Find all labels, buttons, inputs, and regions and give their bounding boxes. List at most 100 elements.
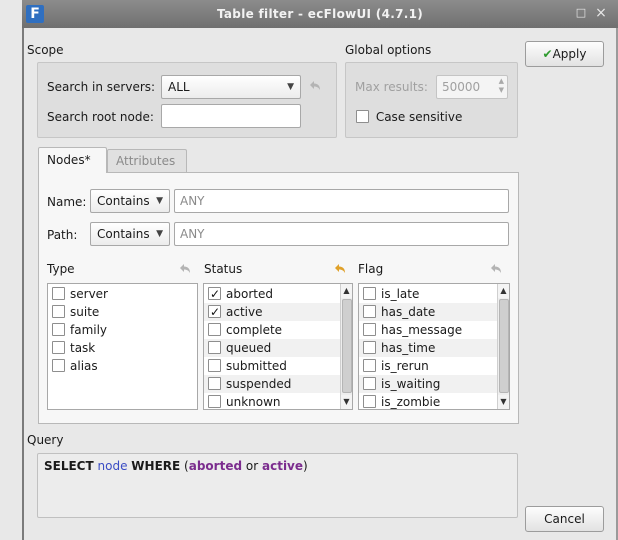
list-item-label: alias bbox=[70, 359, 98, 373]
checkbox[interactable] bbox=[208, 341, 221, 354]
undo-arrow-icon[interactable] bbox=[308, 80, 322, 92]
list-item-family[interactable]: family bbox=[48, 321, 197, 339]
list-item-label: server bbox=[70, 287, 108, 301]
list-item-unknown[interactable]: unknown bbox=[204, 393, 340, 409]
search-root-input[interactable] bbox=[161, 104, 301, 128]
name-input[interactable]: ANY bbox=[174, 189, 509, 213]
list-item-server[interactable]: server bbox=[48, 285, 197, 303]
checkbox[interactable] bbox=[363, 359, 376, 372]
scrollbar-thumb[interactable] bbox=[342, 299, 352, 393]
checkbox[interactable] bbox=[208, 303, 221, 321]
query-text[interactable]: SELECT node WHERE (aborted or active) bbox=[37, 453, 518, 518]
name-match-combo[interactable]: Contains ▼ bbox=[90, 189, 170, 213]
checkbox[interactable] bbox=[52, 305, 65, 318]
checkbox[interactable] bbox=[208, 285, 221, 303]
checkbox[interactable] bbox=[52, 323, 65, 336]
window-title: Table filter - ecFlowUI (4.7.1) bbox=[216, 7, 424, 21]
scroll-down-icon[interactable]: ▼ bbox=[341, 395, 352, 409]
chevron-down-icon: ▼ bbox=[287, 82, 294, 92]
checkbox[interactable] bbox=[52, 341, 65, 354]
flag-scrollbar[interactable]: ▲ ▼ bbox=[497, 284, 509, 409]
undo-arrow-icon[interactable] bbox=[178, 263, 192, 275]
chevron-down-icon: ▼ bbox=[156, 229, 163, 239]
apply-button[interactable]: ✔Apply bbox=[525, 41, 604, 67]
undo-arrow-icon[interactable] bbox=[333, 263, 347, 275]
tab-nodes[interactable]: Nodes* bbox=[38, 147, 107, 173]
case-sensitive-checkbox[interactable] bbox=[356, 110, 369, 123]
scrollbar-thumb[interactable] bbox=[499, 299, 509, 393]
list-item-label: family bbox=[70, 323, 108, 337]
checkbox[interactable] bbox=[52, 359, 65, 372]
case-sensitive-option[interactable]: Case sensitive bbox=[356, 110, 462, 124]
status-scrollbar[interactable]: ▲ ▼ bbox=[340, 284, 352, 409]
case-sensitive-label: Case sensitive bbox=[375, 110, 463, 124]
scroll-up-icon[interactable]: ▲ bbox=[341, 284, 352, 298]
list-item-label: suspended bbox=[226, 377, 292, 391]
list-item-aborted[interactable]: aborted bbox=[204, 285, 340, 303]
list-item-label: task bbox=[70, 341, 96, 355]
spin-arrows-icon[interactable]: ▲ ▼ bbox=[499, 77, 504, 95]
list-item-has-date[interactable]: has_date bbox=[359, 303, 497, 321]
list-item-label: complete bbox=[226, 323, 283, 337]
list-item-label: has_date bbox=[381, 305, 436, 319]
max-results-value: 50000 bbox=[442, 80, 481, 94]
list-item-active[interactable]: active bbox=[204, 303, 340, 321]
list-item-label: has_time bbox=[381, 341, 436, 355]
list-item-task[interactable]: task bbox=[48, 339, 197, 357]
list-item-is-late[interactable]: is_late bbox=[359, 285, 497, 303]
search-servers-label: Search in servers: bbox=[47, 80, 156, 94]
query-value-active: active bbox=[262, 459, 304, 473]
checkbox[interactable] bbox=[363, 287, 376, 300]
checkbox[interactable] bbox=[208, 377, 221, 390]
query-heading: Query bbox=[27, 433, 64, 447]
checkbox[interactable] bbox=[363, 323, 376, 336]
checkmark-icon: ✔ bbox=[542, 47, 553, 61]
checkbox[interactable] bbox=[208, 323, 221, 336]
list-item-complete[interactable]: complete bbox=[204, 321, 340, 339]
path-match-value: Contains bbox=[97, 227, 150, 241]
type-list[interactable]: server suite family task alias bbox=[47, 283, 198, 410]
list-item-submitted[interactable]: submitted bbox=[204, 357, 340, 375]
checkbox[interactable] bbox=[52, 287, 65, 300]
list-item-is-rerun[interactable]: is_rerun bbox=[359, 357, 497, 375]
checkbox[interactable] bbox=[363, 305, 376, 318]
list-item-queued[interactable]: queued bbox=[204, 339, 340, 357]
checkbox[interactable] bbox=[363, 377, 376, 390]
undo-arrow-icon[interactable] bbox=[489, 263, 503, 275]
scroll-down-icon[interactable]: ▼ bbox=[498, 395, 509, 409]
scroll-up-icon[interactable]: ▲ bbox=[498, 284, 509, 298]
list-item-is-waiting[interactable]: is_waiting bbox=[359, 375, 497, 393]
checkbox[interactable] bbox=[363, 395, 376, 408]
list-item-label: is_zombie bbox=[381, 395, 441, 409]
list-item-has-time[interactable]: has_time bbox=[359, 339, 497, 357]
max-results-spinbox[interactable]: 50000 ▲ ▼ bbox=[436, 75, 508, 99]
max-results-label: Max results: bbox=[355, 80, 428, 94]
list-item-suspended[interactable]: suspended bbox=[204, 375, 340, 393]
checkbox[interactable] bbox=[363, 341, 376, 354]
checkbox[interactable] bbox=[208, 359, 221, 372]
list-item-label: active bbox=[226, 305, 263, 319]
tab-attributes[interactable]: Attributes bbox=[107, 149, 187, 173]
list-item-suite[interactable]: suite bbox=[48, 303, 197, 321]
global-options-heading: Global options bbox=[345, 43, 432, 57]
list-item-has-message[interactable]: has_message bbox=[359, 321, 497, 339]
scope-heading: Scope bbox=[27, 43, 64, 57]
cancel-button[interactable]: Cancel bbox=[525, 506, 604, 532]
list-item-alias[interactable]: alias bbox=[48, 357, 197, 375]
flag-list[interactable]: is_late has_date has_message has_time is… bbox=[358, 283, 510, 410]
chevron-down-icon: ▼ bbox=[156, 196, 163, 206]
query-or-keyword: or bbox=[245, 459, 259, 473]
query-select-keyword: SELECT bbox=[44, 459, 94, 473]
path-input[interactable]: ANY bbox=[174, 222, 509, 246]
maximize-icon[interactable]: □ bbox=[574, 6, 588, 20]
name-label: Name: bbox=[47, 195, 87, 209]
list-item-label: queued bbox=[226, 341, 272, 355]
title-bar[interactable]: F Table filter - ecFlowUI (4.7.1) □ × bbox=[22, 0, 618, 28]
close-icon[interactable]: × bbox=[594, 6, 608, 20]
list-item-label: suite bbox=[70, 305, 100, 319]
path-match-combo[interactable]: Contains ▼ bbox=[90, 222, 170, 246]
checkbox[interactable] bbox=[208, 395, 221, 408]
list-item-is-zombie[interactable]: is_zombie bbox=[359, 393, 497, 409]
search-servers-combo[interactable]: ALL ▼ bbox=[161, 75, 301, 99]
status-list[interactable]: aborted active complete queued submitted… bbox=[203, 283, 353, 410]
